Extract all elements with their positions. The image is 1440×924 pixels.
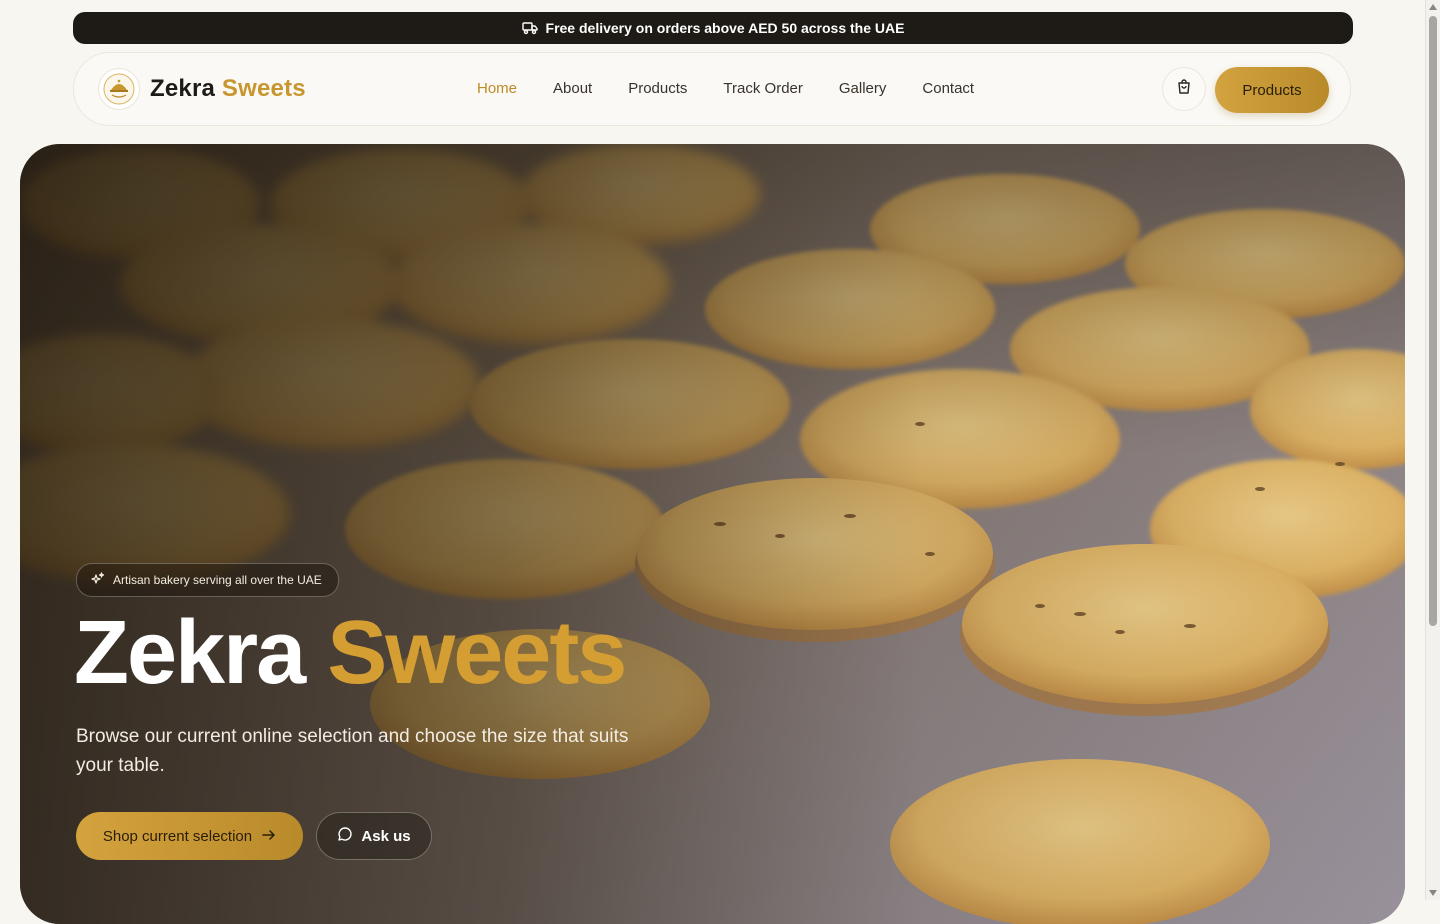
hero-overlay xyxy=(20,144,1405,924)
nav-link-home[interactable]: Home xyxy=(477,80,517,97)
hero-title-part2: Sweets xyxy=(327,603,627,703)
scrollbar-thumb[interactable] xyxy=(1429,16,1437,626)
nav-link-contact[interactable]: Contact xyxy=(922,80,974,97)
nav-link-gallery[interactable]: Gallery xyxy=(839,80,887,97)
hero-title-part1: Zekra xyxy=(74,603,306,703)
shop-selection-button[interactable]: Shop current selection xyxy=(76,812,303,860)
brand-link[interactable]: Zekra Sweets xyxy=(98,68,306,110)
chat-bubble-icon xyxy=(337,826,353,846)
cart-button[interactable] xyxy=(1162,67,1206,111)
products-cta-button[interactable]: Products xyxy=(1215,67,1329,113)
shopping-bag-icon xyxy=(1176,78,1192,100)
brand-name-part2: Sweets xyxy=(221,75,306,102)
hero-badge: Artisan bakery serving all over the UAE xyxy=(76,563,339,597)
bakery-logo-icon xyxy=(98,68,140,110)
nav-link-about[interactable]: About xyxy=(553,80,592,97)
announcement-text: Free delivery on orders above AED 50 acr… xyxy=(545,20,905,36)
scroll-down-arrow-icon[interactable] xyxy=(1429,890,1437,896)
truck-icon xyxy=(521,21,538,35)
brand-name: Zekra Sweets xyxy=(150,75,306,103)
shop-selection-label: Shop current selection xyxy=(102,827,253,845)
arrow-right-icon xyxy=(262,828,276,845)
main-navigation: Zekra Sweets Home About Products Track O… xyxy=(73,52,1351,126)
announcement-bar: Free delivery on orders above AED 50 acr… xyxy=(73,12,1353,44)
hero-subtitle: Browse our current online selection and … xyxy=(76,726,629,776)
scroll-up-arrow-icon[interactable] xyxy=(1429,4,1437,10)
sparkles-icon xyxy=(91,571,105,589)
page-scrollbar[interactable] xyxy=(1425,0,1440,900)
nav-link-track-order[interactable]: Track Order xyxy=(723,80,802,97)
ask-us-button[interactable]: Ask us xyxy=(316,812,432,860)
hero-section: Artisan bakery serving all over the UAE … xyxy=(20,144,1405,924)
hero-title: Zekra Sweets xyxy=(74,603,627,703)
nav-link-products[interactable]: Products xyxy=(628,80,687,97)
nav-menu: Home About Products Track Order Gallery … xyxy=(477,80,974,97)
ask-us-label: Ask us xyxy=(361,827,411,845)
brand-name-part1: Zekra xyxy=(150,75,216,102)
hero-badge-text: Artisan bakery serving all over the UAE xyxy=(113,573,322,587)
